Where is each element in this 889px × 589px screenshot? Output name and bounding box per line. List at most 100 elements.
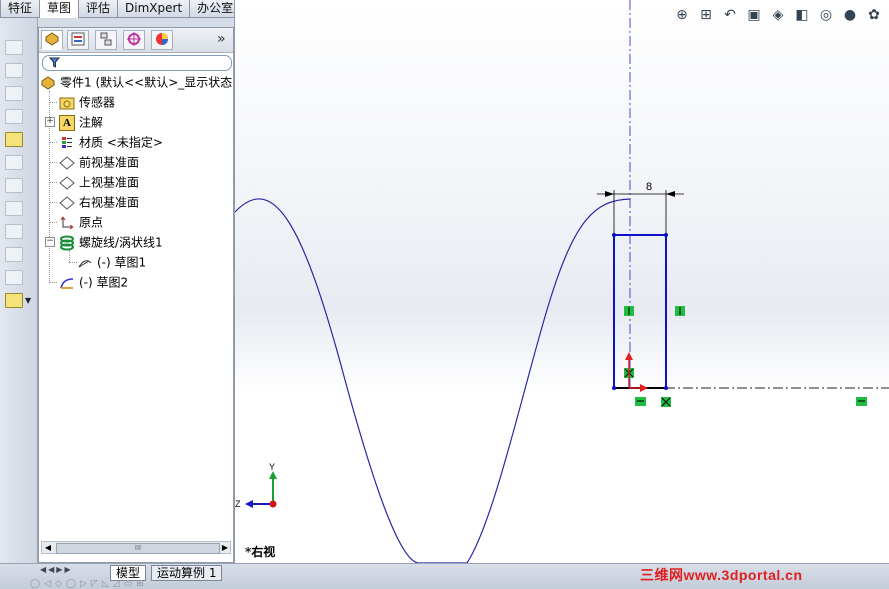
dimension-value: 8	[646, 181, 652, 193]
dimension-arrow	[666, 191, 675, 197]
tree-horizontal-scrollbar[interactable]: ◀ III ▶	[41, 541, 231, 554]
sketch-icon	[59, 275, 75, 291]
tree-item-label: 螺旋线/涡状线1	[79, 235, 163, 250]
previous-view-icon[interactable]: ↶	[721, 6, 739, 24]
sketch-origin-icon	[625, 352, 648, 392]
smart-dimension-icon[interactable]	[5, 40, 23, 55]
heads-up-view-toolbar: ⊕ ⊞ ↶ ▣ ◈ ◧ ◎ ● ✿	[673, 4, 889, 26]
tree-connector	[49, 282, 57, 283]
tab-dimxpert[interactable]: DimXpert	[117, 0, 191, 18]
triad-z-label: Z	[235, 499, 241, 509]
reference-triad-icon	[245, 471, 277, 508]
coincident-relation-icon	[661, 397, 671, 407]
panel-tabs: »	[39, 28, 233, 53]
tree-item-annotations[interactable]: A 注解	[59, 112, 103, 132]
arc-tool-icon[interactable]	[5, 132, 23, 147]
scroll-right-icon[interactable]: ▶	[220, 542, 230, 553]
tree-root-part[interactable]: 零件1 (默认<<默认>_显示状态	[40, 72, 232, 92]
feature-manager-panel: » 零件1 (默认<<默认>_显示状态 传感器 + A 注解 材质 <未指定> 前…	[38, 27, 234, 563]
expand-panel-button[interactable]: »	[217, 31, 226, 47]
tree-connector	[49, 102, 57, 103]
helix-icon	[59, 235, 75, 251]
scroll-left-icon[interactable]: ◀	[43, 542, 53, 553]
view-name-label: *右视	[245, 545, 276, 559]
tree-item-label: 前视基准面	[79, 155, 140, 170]
tab-sketch[interactable]: 草图	[39, 0, 80, 18]
annotation-icon: A	[59, 114, 75, 131]
fillet-tool-icon[interactable]	[5, 178, 23, 193]
tree-item-label: 上视基准面	[79, 175, 140, 190]
offset-tool-icon[interactable]	[5, 224, 23, 239]
material-icon	[59, 135, 75, 151]
tab-evaluate[interactable]: 评估	[78, 0, 119, 18]
tree-item-helix[interactable]: 螺旋线/涡状线1	[59, 232, 163, 252]
triad-y-label: Y	[269, 462, 275, 472]
tree-filter-input[interactable]	[42, 55, 232, 71]
tree-item-right-plane[interactable]: 右视基准面	[59, 192, 139, 212]
tree-item-label: 右视基准面	[79, 195, 140, 210]
sketch-canvas[interactable]: 8 Y Z	[235, 0, 889, 563]
horizontal-relation-icon	[856, 397, 867, 406]
hide-show-items-icon[interactable]: ◎	[817, 6, 835, 24]
tree-item-front-plane[interactable]: 前视基准面	[59, 152, 139, 172]
section-view-icon[interactable]: ▣	[745, 6, 763, 24]
watermark-text: 三维网www.3dportal.cn	[640, 567, 803, 583]
rectangle-tool-icon[interactable]	[5, 86, 23, 101]
dimxpertmanager-tab-icon[interactable]	[123, 30, 145, 50]
plane-icon	[59, 155, 75, 171]
tree-connector	[49, 222, 57, 223]
display-manager-tab-icon[interactable]	[151, 30, 173, 50]
tree-connector	[49, 202, 57, 203]
plane-icon	[59, 195, 75, 211]
scroll-thumb[interactable]: III	[56, 543, 220, 554]
plane-icon	[59, 175, 75, 191]
tree-item-top-plane[interactable]: 上视基准面	[59, 172, 139, 192]
mirror-tool-icon[interactable]	[5, 270, 23, 285]
chevron-down-icon[interactable]: ▼	[25, 296, 31, 305]
expand-annotations-toggle[interactable]: +	[45, 117, 55, 127]
configurationmanager-tab-icon[interactable]	[95, 30, 117, 50]
tree-connector	[49, 182, 57, 183]
chamfer-tool-icon[interactable]	[5, 201, 23, 216]
tree-item-material[interactable]: 材质 <未指定>	[59, 132, 163, 152]
collapse-helix-toggle[interactable]: −	[45, 237, 55, 247]
tree-item-sketch1[interactable]: (-) 草图1	[77, 252, 146, 272]
tab-scroll-buttons[interactable]: ◀◀▶▶	[40, 565, 100, 579]
tree-item-sensors[interactable]: 传感器	[59, 92, 115, 112]
dimension-arrow	[605, 191, 614, 197]
tree-item-sketch2[interactable]: (-) 草图2	[59, 272, 128, 292]
filter-icon	[49, 57, 60, 68]
helix-curve	[235, 198, 631, 563]
graphics-area[interactable]: 8 Y Z	[234, 0, 889, 563]
tree-item-origin[interactable]: 原点	[59, 212, 103, 232]
sketch-icon	[77, 255, 93, 271]
part-icon	[40, 75, 56, 91]
zoom-to-fit-icon[interactable]: ⊕	[673, 6, 691, 24]
trim-tool-icon[interactable]	[5, 247, 23, 262]
tree-root-label: 零件1 (默认<<默认>_显示状态	[60, 75, 233, 90]
vertical-relation-icon	[675, 306, 685, 316]
spline-tool-icon[interactable]	[5, 155, 23, 170]
tree-item-label: 传感器	[79, 95, 116, 110]
vertical-relation-icon	[624, 306, 634, 316]
line-tool-icon[interactable]	[5, 63, 23, 78]
zoom-to-area-icon[interactable]: ⊞	[697, 6, 715, 24]
origin-icon	[59, 215, 75, 231]
display-style-icon[interactable]: ◧	[793, 6, 811, 24]
tree-connector	[49, 162, 57, 163]
propertymanager-tab-icon[interactable]	[67, 30, 89, 50]
rectangle-sketch	[613, 234, 667, 389]
view-orientation-icon[interactable]: ◈	[769, 6, 787, 24]
quick-snaps-icon[interactable]	[5, 293, 23, 308]
edit-appearance-icon[interactable]: ●	[841, 6, 859, 24]
sketch-point	[612, 386, 616, 390]
circle-tool-icon[interactable]	[5, 109, 23, 124]
sketch-point	[664, 386, 668, 390]
tree-item-label: 原点	[79, 215, 104, 230]
sensor-icon	[59, 95, 75, 111]
tab-features[interactable]: 特征	[0, 0, 41, 18]
tree-connector	[49, 142, 57, 143]
apply-scene-icon[interactable]: ✿	[865, 6, 883, 24]
sketch-tools-strip: ▼	[0, 18, 38, 563]
featuremanager-tab-icon[interactable]	[41, 30, 63, 50]
